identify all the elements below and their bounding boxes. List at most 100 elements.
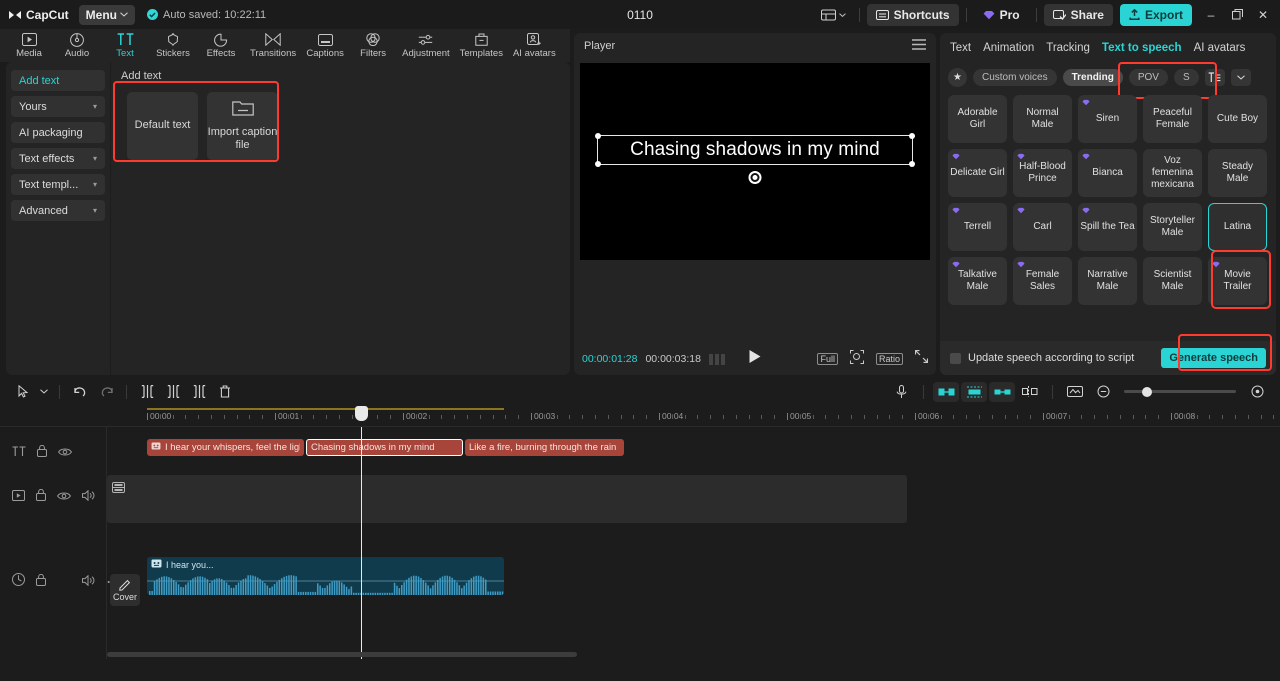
nav-tab-stickers[interactable]: Stickers [150,29,196,62]
nav-tab-adjustment[interactable]: Adjustment [398,29,454,62]
resize-handle-tr[interactable] [909,133,915,139]
text-clip[interactable]: I hear your whispers, feel the light [147,439,304,456]
pro-button[interactable]: Pro [974,4,1029,26]
trim-right-button[interactable] [186,381,212,403]
text-category-text-templ[interactable]: Text templ...▾ [11,174,105,195]
tab-text-to-speech[interactable]: Text to speech [1102,42,1182,54]
voice-card-carl[interactable]: Carl [1013,203,1072,251]
playhead-handle[interactable] [355,406,368,421]
voice-filter-custom-voices[interactable]: Custom voices [973,69,1057,86]
minimize-button[interactable]: – [1198,3,1224,27]
menu-button[interactable]: Menu [79,5,135,25]
keyframe-button[interactable] [1062,381,1088,403]
lock-icon[interactable] [37,444,47,462]
text-clip[interactable]: Chasing shadows in my mind [306,439,463,456]
redo-button[interactable] [93,381,119,403]
zoom-slider-knob[interactable] [1142,387,1152,397]
voice-card-half-blood-prince[interactable]: Half-Blood Prince [1013,149,1072,197]
fullscreen-icon[interactable] [915,350,928,368]
lock-icon[interactable] [36,488,46,506]
close-button[interactable]: ✕ [1250,3,1276,27]
voice-filter--[interactable]: ★ [948,68,967,87]
voice-card-voz-femenina-mexicana[interactable]: Voz femenina mexicana [1143,149,1202,197]
tab-tracking[interactable]: Tracking [1046,42,1090,54]
voice-sort-icon[interactable] [1205,69,1225,86]
tool-dropdown-button[interactable] [36,381,52,403]
auto-cut-button[interactable] [933,382,959,402]
voice-filter-s[interactable]: S [1174,69,1199,86]
tab-animation[interactable]: Animation [983,42,1034,54]
export-button[interactable]: Export [1120,4,1192,26]
voice-card-bianca[interactable]: Bianca [1078,149,1137,197]
horizontal-scrollbar[interactable] [107,652,577,657]
mirror-button[interactable] [1017,381,1043,403]
magnifier-icon[interactable] [850,350,864,369]
voice-filter-trending[interactable]: Trending [1063,69,1123,86]
share-button[interactable]: Share [1044,4,1113,26]
voice-card-movie-trailer[interactable]: Movie Trailer [1208,257,1267,305]
text-preset-default-text[interactable]: Default text [127,92,198,160]
voice-card-cute-boy[interactable]: Cute Boy [1208,95,1267,143]
text-clip[interactable]: Like a fire, burning through the rain [465,439,624,456]
ratio-button[interactable]: Ratio [876,353,903,365]
text-category-ai-packaging[interactable]: AI packaging [11,122,105,143]
nav-tab-text[interactable]: Text [102,29,148,62]
rotate-handle[interactable] [749,171,762,184]
voice-card-latina[interactable]: Latina [1208,203,1267,251]
voice-card-normal-male[interactable]: Normal Male [1013,95,1072,143]
split-button[interactable] [134,381,160,403]
layout-switch-button[interactable] [815,4,852,26]
generate-speech-button[interactable]: Generate speech [1161,348,1266,368]
voice-card-narrative-male[interactable]: Narrative Male [1078,257,1137,305]
text-category-yours[interactable]: Yours▾ [11,96,105,117]
timeline-ruler[interactable]: 00:0000:0100:0200:0300:0400:0500:0600:07… [0,405,1280,427]
maximize-button[interactable] [1224,3,1250,27]
auto-align-button[interactable] [961,382,987,402]
link-clips-button[interactable] [989,382,1015,402]
voice-card-steady-male[interactable]: Steady Male [1208,149,1267,197]
nav-tab-transitions[interactable]: Transitions [246,29,300,62]
text-category-advanced[interactable]: Advanced▾ [11,200,105,221]
player-menu-icon[interactable] [912,39,926,53]
voice-filter-pov[interactable]: POV [1129,69,1168,86]
zoom-in-button[interactable] [1244,381,1270,403]
mute-icon[interactable] [82,488,95,506]
nav-tab-media[interactable]: Media [6,29,52,62]
mute-icon[interactable] [82,573,95,591]
undo-button[interactable] [67,381,93,403]
visibility-icon[interactable] [57,488,71,506]
voice-card-storyteller-male[interactable]: Storyteller Male [1143,203,1202,251]
voice-card-scientist-male[interactable]: Scientist Male [1143,257,1202,305]
text-category-add-text[interactable]: Add text [11,70,105,91]
record-voiceover-button[interactable] [888,381,914,403]
lock-icon[interactable] [36,573,46,591]
video-canvas[interactable]: Chasing shadows in my mind [580,63,930,260]
voice-more-dropdown-icon[interactable] [1231,69,1251,86]
text-preset-import-caption-file[interactable]: Import caption file [207,92,278,160]
tab-text[interactable]: Text [950,42,971,54]
select-tool-button[interactable] [10,381,36,403]
nav-tab-captions[interactable]: Captions [302,29,348,62]
resize-handle-tl[interactable] [595,133,601,139]
resize-handle-br[interactable] [909,161,915,167]
voice-card-talkative-male[interactable]: Talkative Male [948,257,1007,305]
playhead[interactable] [361,427,362,659]
voice-card-adorable-girl[interactable]: Adorable Girl [948,95,1007,143]
nav-tab-audio[interactable]: Audio [54,29,100,62]
text-category-text-effects[interactable]: Text effects▾ [11,148,105,169]
voice-card-delicate-girl[interactable]: Delicate Girl [948,149,1007,197]
visibility-icon[interactable] [58,444,72,462]
voice-card-peaceful-female[interactable]: Peaceful Female [1143,95,1202,143]
trim-left-button[interactable] [160,381,186,403]
tab-ai-avatars[interactable]: AI avatars [1194,42,1246,54]
voice-card-female-sales[interactable]: Female Sales [1013,257,1072,305]
text-selection-box[interactable]: Chasing shadows in my mind [597,135,913,165]
video-clip[interactable] [107,475,907,523]
voice-card-spill-the-tea[interactable]: Spill the Tea [1078,203,1137,251]
timeline-zoom-slider[interactable] [1124,390,1236,393]
shortcuts-button[interactable]: Shortcuts [867,4,959,26]
play-button[interactable] [749,349,762,369]
full-button[interactable]: Full [817,353,838,365]
zoom-out-button[interactable] [1090,381,1116,403]
nav-tab-filters[interactable]: Filters [350,29,396,62]
